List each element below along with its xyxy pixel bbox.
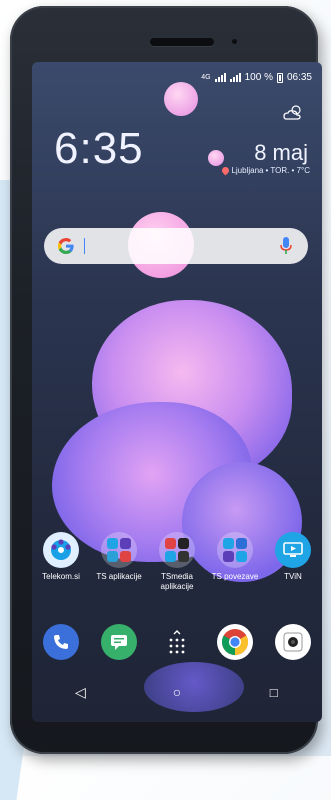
earpiece-speaker	[150, 38, 214, 46]
phone-icon[interactable]	[43, 624, 79, 660]
back-button[interactable]: ◁	[70, 682, 90, 702]
recents-icon: □	[269, 684, 278, 700]
signal-icon	[214, 73, 226, 82]
location-label: Ljubljana	[231, 166, 264, 175]
text-cursor	[84, 238, 85, 254]
dock	[32, 624, 322, 660]
tv-icon	[275, 532, 311, 568]
folder-icon	[101, 532, 137, 568]
battery-icon	[276, 72, 283, 83]
recents-button[interactable]: □	[264, 682, 284, 702]
weather-cloud-icon[interactable]	[282, 104, 304, 122]
google-logo-icon	[58, 238, 74, 254]
mic-icon[interactable]	[280, 237, 292, 255]
signal-icon	[229, 73, 241, 82]
app-label: TViN	[284, 572, 302, 581]
navigation-bar: ◁ ○ □	[32, 672, 322, 712]
wallpaper-blob	[208, 150, 224, 166]
telekom-icon	[43, 532, 79, 568]
network-label: 4G	[201, 74, 211, 81]
phone-device: 4G 100 % 06:35 6:35 8 maj Ljubljana • TO…	[10, 6, 322, 754]
chrome-icon[interactable]	[217, 624, 253, 660]
home-screen: 4G 100 % 06:35 6:35 8 maj Ljubljana • TO…	[32, 62, 322, 722]
app-label: Telekom.si	[42, 572, 80, 581]
message-icon[interactable]	[101, 624, 137, 660]
back-icon: ◁	[74, 683, 86, 700]
app-tvin[interactable]: TViN	[264, 532, 322, 592]
status-time: 06:35	[286, 72, 312, 83]
camera-icon[interactable]	[275, 624, 311, 660]
grid-dots-icon[interactable]	[159, 624, 195, 660]
status-bar: 4G 100 % 06:35	[201, 72, 312, 83]
app-telekom[interactable]: Telekom.si	[32, 532, 90, 592]
folder-icon	[159, 532, 195, 568]
weather-summary: • TOR. • 7°C	[265, 166, 310, 175]
location-pin-icon	[221, 165, 231, 176]
app-label: TS povezave	[211, 572, 259, 581]
front-camera	[232, 39, 237, 44]
home-app-row: Telekom.si TS aplikacije TSmedia aplikac…	[32, 532, 322, 592]
battery-percent: 100 %	[244, 72, 273, 83]
home-icon: ○	[172, 684, 182, 700]
date-label[interactable]: 8 maj	[254, 140, 308, 166]
clock-time[interactable]: 6:35	[54, 124, 144, 174]
google-search-bar[interactable]	[44, 228, 308, 264]
app-label: TS aplikacije	[96, 572, 142, 581]
home-button[interactable]: ○	[167, 682, 187, 702]
wallpaper-blob	[164, 82, 198, 116]
app-label: TSmedia aplikacije	[160, 572, 194, 591]
app-ts-aplikacije[interactable]: TS aplikacije	[90, 532, 148, 592]
app-ts-povezave[interactable]: TS povezave	[206, 532, 264, 592]
app-tsmedia-aplikacije[interactable]: TSmedia aplikacije	[148, 532, 206, 592]
location-weather[interactable]: Ljubljana • TOR. • 7°C	[221, 165, 310, 176]
folder-icon	[217, 532, 253, 568]
